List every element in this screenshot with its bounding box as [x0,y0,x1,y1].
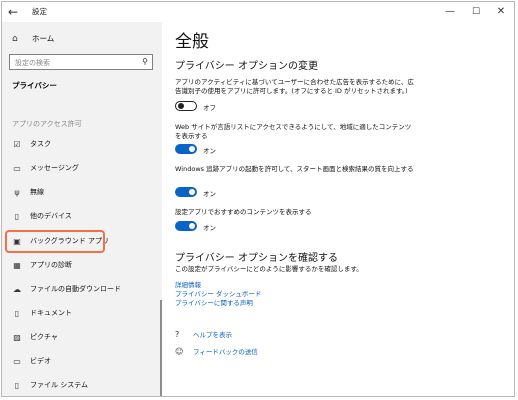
feedback-label: フィードバックの送信 [193,348,258,356]
sidebar-scrollbar[interactable] [160,300,162,396]
link-privacy-statement[interactable]: プライバシーに関する声明 [175,297,253,307]
section-title: プライバシー [12,81,57,90]
document-icon: ▯ [14,308,20,318]
cloud-icon: ☁ [13,284,21,294]
toggle-switch[interactable] [175,144,197,154]
file-icon: ▯ [14,380,20,390]
search-input[interactable]: 設定の検索 ⚲ [9,54,153,70]
toggle-knob [177,102,184,109]
home-icon: ⌂ [12,33,18,44]
window-title: 設定 [32,7,47,16]
settings-window: ← 設定 — ☐ ✕ ⌂ ホーム 設定の検索 ⚲ プライバシー アプリのアクセス… [1,1,515,397]
toggle-knob [189,146,195,152]
back-arrow-icon[interactable]: ← [8,4,24,20]
feedback-icon: ☺ [175,346,184,356]
section-heading: プライバシー オプションを確認する [175,253,338,264]
device-icon: ▯ [14,211,20,221]
maximize-button[interactable]: ☐ [468,5,484,19]
search-placeholder: 設定の検索 [15,59,50,67]
radio-icon: ψ [14,187,20,197]
diagnostics-icon: ▦ [13,260,21,270]
video-icon: ▭ [13,356,21,366]
section-heading: プライバシー オプションの変更 [175,61,318,72]
group-title: アプリのアクセス許可 [12,120,82,128]
sidebar-item-radio[interactable]: ψ 無線 [2,183,162,201]
toggle-knob [189,223,195,229]
sidebar-item-documents[interactable]: ▯ ドキュメント [2,304,162,322]
feedback-link[interactable]: ☺ フィードバックの送信 [175,346,258,357]
message-icon: ▭ [13,163,21,173]
sidebar-item-label: ピクチャ [30,333,58,341]
setting-description: Windows 追跡アプリの起動を許可して、スタート画面と検索結果の質を向上する [175,165,414,173]
help-link[interactable]: ? ヘルプを表示 [175,329,232,340]
search-icon[interactable]: ⚲ [142,57,148,66]
confirm-description: この設定がプライバシーにどのように影響するかを確認します。 [175,265,363,273]
sidebar-item-task[interactable]: ☑ タスク [2,135,162,153]
close-button[interactable]: ✕ [493,5,509,19]
toggle-state: オン [203,147,216,155]
sidebar-item-label: 他のデバイス [30,212,72,220]
setting-description: アプリのアクティビティに基づいてユーザーに合わせた広告を表示するために、広告識別… [175,78,414,95]
sidebar-item-label: ビデオ [30,357,51,365]
toggle-state: オフ [203,104,216,112]
sidebar-home[interactable]: ⌂ ホーム [12,33,54,44]
sidebar: ⌂ ホーム 設定の検索 ⚲ プライバシー アプリのアクセス許可 ☑ タスク ▭ … [2,22,162,396]
home-label: ホーム [32,34,55,43]
toggle-state: オン [203,224,216,232]
sidebar-item-pictures[interactable]: ▨ ピクチャ [2,328,162,346]
task-icon: ☑ [13,139,21,149]
sidebar-item-file-system[interactable]: ▯ ファイル システム [2,376,162,394]
sidebar-item-label: タスク [30,140,51,148]
toggle-switch[interactable] [175,221,197,231]
picture-icon: ▨ [13,332,21,342]
minimize-button[interactable]: — [442,5,458,19]
sidebar-item-label: アプリの診断 [30,261,72,269]
sidebar-item-label: ドキュメント [30,309,72,317]
sidebar-item-videos[interactable]: ▭ ビデオ [2,352,162,370]
page-title: 全般 [175,32,209,52]
sidebar-item-label: メッセージング [30,164,79,172]
setting-description: 設定アプリでおすすめのコンテンツを表示する [175,208,312,216]
help-icon: ? [175,329,180,339]
sidebar-item-auto-download[interactable]: ☁ ファイルの自動ダウンロード [2,280,162,298]
sidebar-item-devices[interactable]: ▯ 他のデバイス [2,207,162,225]
sidebar-item-label: ファイル システム [30,381,89,389]
sidebar-item-diagnostics[interactable]: ▦ アプリの診断 [2,256,162,274]
sidebar-item-label: ファイルの自動ダウンロード [30,285,121,293]
toggle-switch[interactable] [175,187,197,197]
sidebar-item-messaging[interactable]: ▭ メッセージング [2,159,162,177]
toggle-knob [189,189,195,195]
setting-description: Web サイトが言語リストにアクセスできるようにして、地域に適したコンテンツを表… [175,123,412,140]
toggle-state: オン [203,190,216,198]
selection-highlight [5,230,105,253]
title-bar: ← 設定 — ☐ ✕ [2,2,514,22]
help-label: ヘルプを表示 [193,331,232,339]
sidebar-item-label: 無線 [30,188,44,196]
toggle-switch[interactable] [175,101,197,111]
main-content: 全般 プライバシー オプションの変更 アプリのアクティビティに基づいてユーザーに… [163,22,513,396]
